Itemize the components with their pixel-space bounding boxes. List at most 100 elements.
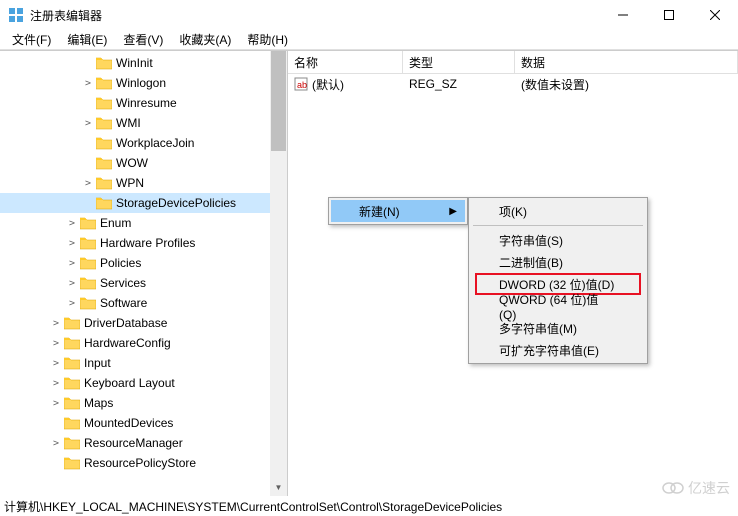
minimize-button[interactable] [600,0,646,30]
regedit-app-icon [8,7,24,23]
tree-item-label: Enum [100,216,131,230]
tree-item[interactable]: > Maps [0,393,287,413]
tree-expander-icon[interactable]: > [48,378,64,389]
tree-item[interactable]: MountedDevices [0,413,287,433]
tree-item-label: Software [100,296,147,310]
column-name[interactable]: 名称 [288,51,403,73]
tree-expander-icon[interactable]: > [48,438,64,449]
folder-icon [64,396,80,410]
folder-icon [96,76,112,90]
tree-item[interactable]: WOW [0,153,287,173]
tree-expander-icon[interactable]: > [80,178,96,189]
tree-item-label: HardwareConfig [84,336,171,350]
column-data[interactable]: 数据 [515,51,738,73]
tree-scrollbar[interactable]: ▲ ▼ [270,51,287,496]
list-row[interactable]: ab(默认)REG_SZ(数值未设置) [288,74,738,94]
folder-icon [64,376,80,390]
context-item[interactable]: QWORD (64 位)值(Q) [471,295,645,317]
window-title: 注册表编辑器 [30,7,600,24]
tree-item[interactable]: ResourcePolicyStore [0,453,287,473]
registry-tree[interactable]: WinInit > Winlogon Winresume >WMIWorkplaceJo… [0,51,287,475]
folder-icon [96,96,112,110]
column-type[interactable]: 类型 [403,51,515,73]
menu-edit[interactable]: 编辑(E) [59,29,115,50]
menu-favorites[interactable]: 收藏夹(A) [171,29,239,50]
context-item[interactable]: 项(K) [471,200,645,222]
menu-view[interactable]: 查看(V) [115,29,171,50]
tree-item[interactable]: >Hardware Profiles [0,233,287,253]
tree-item[interactable]: > Services [0,273,287,293]
tree-item-label: Keyboard Layout [84,376,175,390]
tree-item[interactable]: > ResourceManager [0,433,287,453]
tree-item-label: Winresume [116,96,177,110]
string-value-icon: ab [294,77,308,91]
folder-icon [96,56,112,70]
tree-item[interactable]: StorageDevicePolicies [0,193,287,213]
cell-name: ab(默认) [288,76,403,93]
tree-item[interactable]: > Input [0,353,287,373]
tree-expander-icon[interactable]: > [64,278,80,289]
context-item[interactable]: 多字符串值(M) [471,317,645,339]
tree-item-label: StorageDevicePolicies [116,196,236,210]
tree-item[interactable]: > Software [0,293,287,313]
tree-item[interactable]: > Winlogon [0,73,287,93]
tree-item-label: Winlogon [116,76,166,90]
status-path: 计算机\HKEY_LOCAL_MACHINE\SYSTEM\CurrentCon… [4,498,502,515]
svg-text:ab: ab [297,80,307,90]
tree-item[interactable]: > Enum [0,213,287,233]
folder-icon [64,356,80,370]
tree-expander-icon[interactable]: > [48,398,64,409]
menu-help[interactable]: 帮助(H) [239,29,296,50]
tree-item-label: Maps [84,396,113,410]
maximize-button[interactable] [646,0,692,30]
tree-expander-icon[interactable]: > [64,298,80,309]
tree-item[interactable]: >WPN [0,173,287,193]
tree-item-label: WinInit [116,56,153,70]
close-button[interactable] [692,0,738,30]
tree-expander-icon[interactable]: > [64,238,80,249]
tree-expander-icon[interactable]: > [64,258,80,269]
tree-item-label: ResourceManager [84,436,183,450]
folder-icon [80,236,96,250]
folder-icon [64,416,80,430]
folder-icon [80,296,96,310]
tree-item[interactable]: WorkplaceJoin [0,133,287,153]
tree-panel: WinInit > Winlogon Winresume >WMIWorkplaceJo… [0,51,288,496]
tree-item-label: Input [84,356,111,370]
tree-expander-icon[interactable]: > [48,358,64,369]
tree-item[interactable]: WinInit [0,53,287,73]
cell-data: (数值未设置) [515,76,738,93]
menu-separator [473,225,643,226]
folder-icon [64,336,80,350]
tree-item[interactable]: >Policies [0,253,287,273]
folder-icon [96,116,112,130]
context-menu-new-submenu: 项(K)字符串值(S)二进制值(B)DWORD (32 位)值(D)QWORD … [468,197,648,364]
menubar: 文件(F) 编辑(E) 查看(V) 收藏夹(A) 帮助(H) [0,30,738,50]
folder-icon [80,256,96,270]
folder-icon [64,436,80,450]
watermark-text: 亿速云 [688,478,730,498]
tree-expander-icon[interactable]: > [48,338,64,349]
scrollbar-thumb[interactable] [271,51,286,151]
context-item[interactable]: 字符串值(S) [471,229,645,251]
context-item-new[interactable]: 新建(N) ▶ [331,200,465,222]
tree-item[interactable]: > Keyboard Layout [0,373,287,393]
context-item[interactable]: 二进制值(B) [471,251,645,273]
folder-icon [64,316,80,330]
context-item[interactable]: 可扩充字符串值(E) [471,339,645,361]
tree-expander-icon[interactable]: > [80,118,96,129]
folder-icon [80,216,96,230]
scroll-down-icon[interactable]: ▼ [270,479,287,496]
menu-file[interactable]: 文件(F) [4,29,59,50]
tree-item-label: MountedDevices [84,416,173,430]
tree-expander-icon[interactable]: > [80,78,96,89]
tree-expander-icon[interactable]: > [48,318,64,329]
tree-item[interactable]: Winresume [0,93,287,113]
tree-item[interactable]: >DriverDatabase [0,313,287,333]
titlebar: 注册表编辑器 [0,0,738,30]
list-body[interactable]: ab(默认)REG_SZ(数值未设置) [288,74,738,94]
tree-item[interactable]: > HardwareConfig [0,333,287,353]
tree-expander-icon[interactable]: > [64,218,80,229]
tree-item[interactable]: >WMI [0,113,287,133]
tree-item-label: Services [100,276,146,290]
